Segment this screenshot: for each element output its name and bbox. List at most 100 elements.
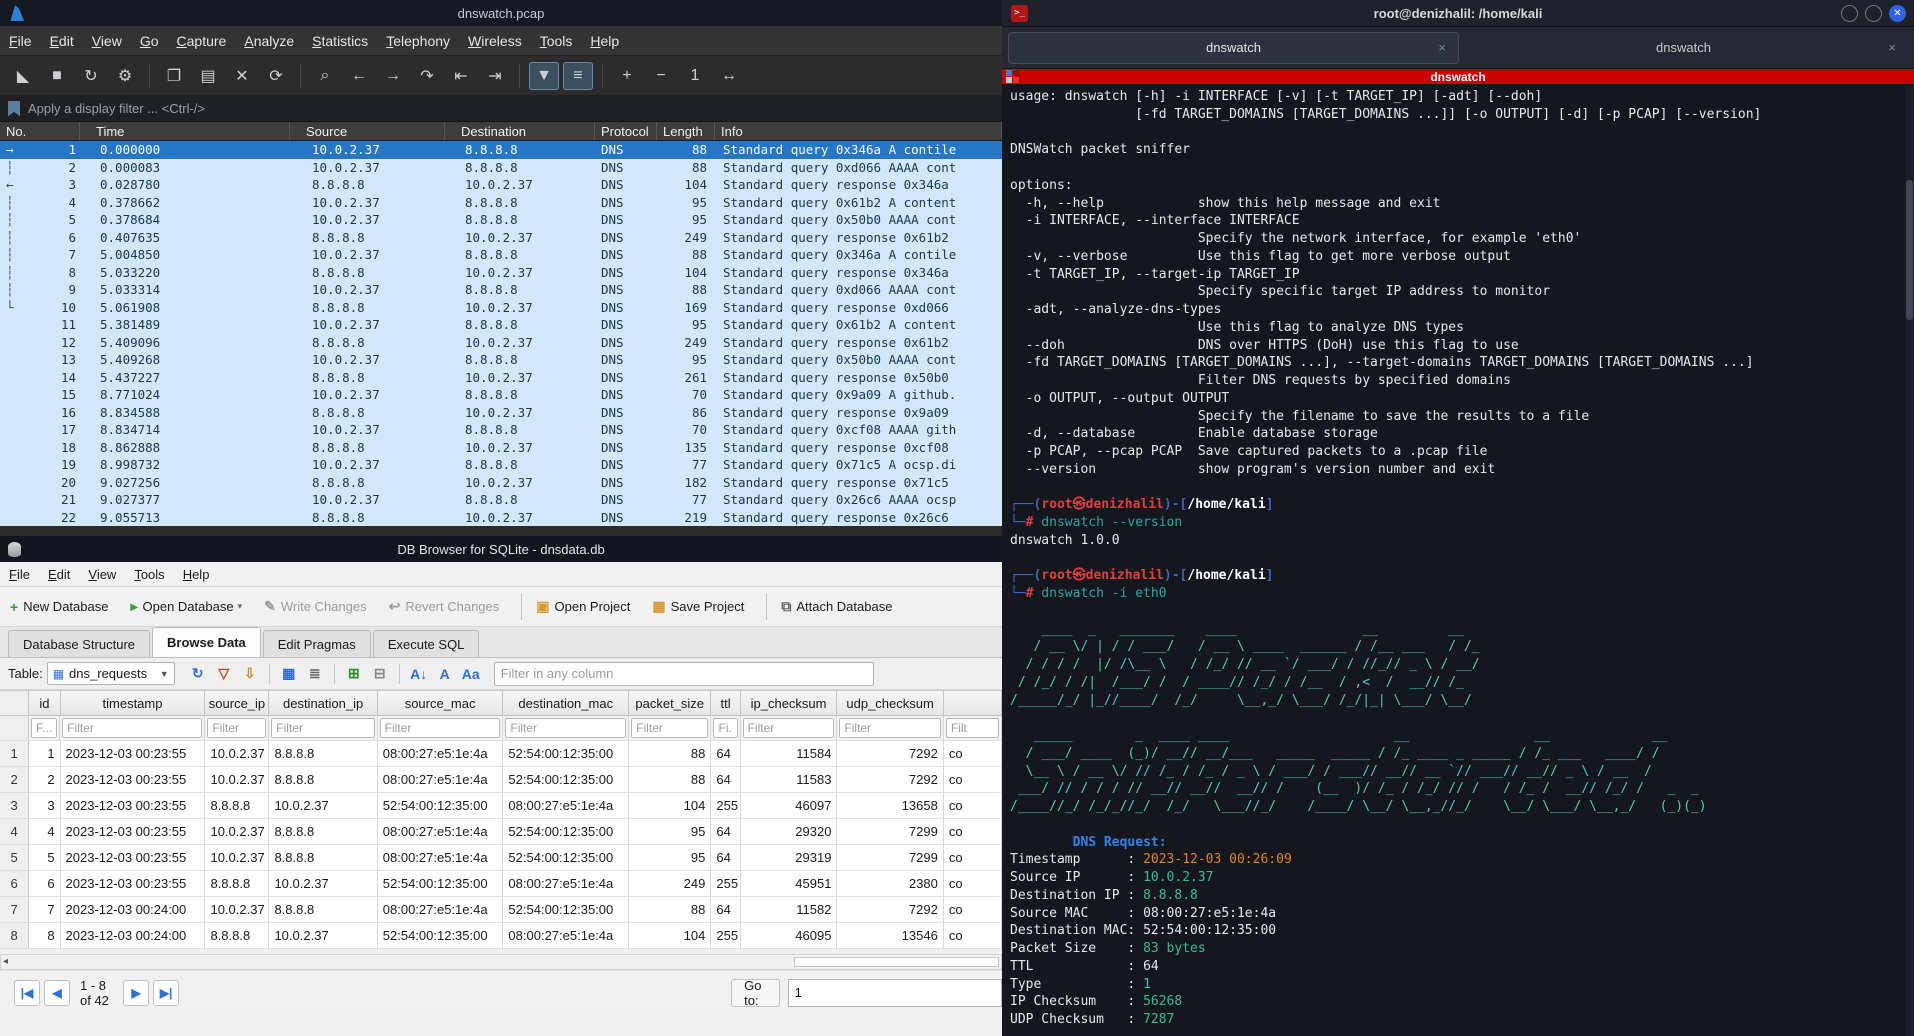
packet-row[interactable]: ┆ 9 5.033314 10.0.2.37 8.8.8.8 DNS 88 Standard … xyxy=(0,281,1002,299)
grid-cell[interactable]: co xyxy=(943,845,1002,871)
grid-cell[interactable]: 08:00:27:e5:1e:4a xyxy=(377,845,504,871)
column-filter-input[interactable] xyxy=(945,718,1000,738)
menu-item-file[interactable]: File xyxy=(0,33,41,49)
table-row[interactable]: 6 6 2023-12-03 00:23:55 8.8.8.8 10.0.2.37 52:… xyxy=(0,871,1002,897)
packet-row[interactable]: 11 5.381489 10.0.2.37 8.8.8.8 DNS 95 Standard … xyxy=(0,316,1002,334)
grid-cell[interactable]: 08:00:27:e5:1e:4a xyxy=(503,923,630,949)
grid-column-header-hidden[interactable] xyxy=(943,691,1002,716)
scrollbar-thumb[interactable] xyxy=(794,957,999,967)
menu-item-help[interactable]: Help xyxy=(581,33,628,49)
next-page-button[interactable]: ▶ xyxy=(123,979,150,1006)
tab-database-structure[interactable]: Database Structure xyxy=(8,630,151,657)
grid-cell[interactable]: 64 xyxy=(711,741,741,767)
display-filter-input[interactable]: Apply a display filter ... <Ctrl-/> xyxy=(28,101,205,116)
grid-cell[interactable]: 13546 xyxy=(837,923,944,949)
grid-cell[interactable]: 8.8.8.8 xyxy=(269,897,378,923)
packet-row[interactable]: 19 8.998732 10.0.2.37 8.8.8.8 DNS 77 Standard … xyxy=(0,456,1002,474)
column-header-protocol[interactable]: Protocol xyxy=(595,122,657,140)
go-forward-icon[interactable]: → xyxy=(378,62,408,90)
start-capture-icon[interactable]: ◣ xyxy=(8,62,38,90)
grid-cell[interactable]: 95 xyxy=(629,845,712,871)
open-file-icon[interactable]: ❐ xyxy=(159,62,189,90)
grid-cell[interactable]: 10.0.2.37 xyxy=(205,767,270,793)
grid-cell[interactable]: 2 xyxy=(29,767,61,793)
scroll-left-arrow-icon[interactable]: ◂ xyxy=(3,956,8,967)
sort-asc-icon[interactable]: A↓ xyxy=(407,662,431,686)
grid-column-header-ttl[interactable]: ttl xyxy=(711,691,741,716)
grid-cell[interactable]: co xyxy=(943,767,1002,793)
packet-row[interactable]: → 1 0.000000 10.0.2.37 8.8.8.8 DNS 88 Standard … xyxy=(0,141,1002,159)
grid-cell[interactable]: 10.0.2.37 xyxy=(205,819,270,845)
grid-cell[interactable]: 64 xyxy=(711,819,741,845)
maximize-button[interactable] xyxy=(1865,4,1882,22)
packet-row[interactable]: └ 10 5.061908 8.8.8.8 10.0.2.37 DNS 169 Standar… xyxy=(0,298,1002,316)
grid-column-header-packet_size[interactable]: packet_size xyxy=(629,691,712,716)
packet-row[interactable]: 17 8.834714 10.0.2.37 8.8.8.8 DNS 70 Standard … xyxy=(0,421,1002,439)
display-filter-bar[interactable]: Apply a display filter ... <Ctrl-/> xyxy=(0,96,1002,122)
table-row[interactable]: 5 5 2023-12-03 00:23:55 10.0.2.37 8.8.8.8 08:… xyxy=(0,845,1002,871)
wireshark-titlebar[interactable]: dnswatch.pcap xyxy=(0,0,1002,26)
table-row[interactable]: 8 8 2023-12-03 00:24:00 8.8.8.8 10.0.2.37 52:… xyxy=(0,923,1002,949)
menu-item-telephony[interactable]: Telephony xyxy=(377,33,459,49)
grid-cell[interactable]: 88 xyxy=(629,897,712,923)
save-project-button[interactable]: ▦ Save Project xyxy=(652,598,744,615)
menu-item-go[interactable]: Go xyxy=(131,33,168,49)
open-database-button[interactable]: ▸ Open Database ▾ xyxy=(130,598,242,615)
grid-cell[interactable]: 3 xyxy=(29,793,61,819)
grid-cell[interactable]: 10.0.2.37 xyxy=(269,871,378,897)
terminal-tab[interactable]: dnswatch × xyxy=(1459,32,1908,64)
grid-cell[interactable]: 6 xyxy=(29,871,61,897)
grid-cell[interactable]: 2023-12-03 00:24:00 xyxy=(60,897,206,923)
grid-cell[interactable]: co xyxy=(943,793,1002,819)
column-filter-input[interactable] xyxy=(207,718,267,738)
menu-item-capture[interactable]: Capture xyxy=(168,33,236,49)
grid-horizontal-scrollbar[interactable]: ◂ xyxy=(0,954,1002,970)
column-filter-input[interactable] xyxy=(839,718,941,738)
grid-cell[interactable]: 95 xyxy=(629,819,712,845)
grid-cell[interactable]: 10.0.2.37 xyxy=(205,741,270,767)
column-filter-input[interactable] xyxy=(631,718,709,738)
auto-scroll-icon[interactable]: ▼ xyxy=(529,61,559,90)
grid-cell[interactable]: 08:00:27:e5:1e:4a xyxy=(377,767,504,793)
packet-row[interactable]: ┆ 2 0.000083 10.0.2.37 8.8.8.8 DNS 88 Standard … xyxy=(0,158,1002,176)
column-filter-input[interactable] xyxy=(713,718,738,738)
grid-cell[interactable]: 7292 xyxy=(837,897,944,923)
packet-row[interactable]: 16 8.834588 8.8.8.8 10.0.2.37 DNS 86 Standard … xyxy=(0,403,1002,421)
grid-cell[interactable]: 7 xyxy=(29,897,61,923)
terminal-output[interactable]: usage: dnswatch [-h] -i INTERFACE [-v] [… xyxy=(1002,84,1914,1029)
grid-cell[interactable]: 10.0.2.37 xyxy=(205,897,270,923)
column-header-time[interactable]: Time xyxy=(80,122,290,140)
table-row[interactable]: 7 7 2023-12-03 00:24:00 10.0.2.37 8.8.8.8 08:… xyxy=(0,897,1002,923)
packet-row[interactable]: ┆ 7 5.004850 10.0.2.37 8.8.8.8 DNS 88 Standard … xyxy=(0,246,1002,264)
grid-cell[interactable]: 13658 xyxy=(837,793,944,819)
column-header-info[interactable]: Info xyxy=(715,122,1002,140)
grid-cell[interactable]: 255 xyxy=(711,923,741,949)
grid-cell[interactable]: 7292 xyxy=(837,741,944,767)
table-row[interactable]: 1 1 2023-12-03 00:23:55 10.0.2.37 8.8.8.8 08:… xyxy=(0,741,1002,767)
go-back-icon[interactable]: ← xyxy=(344,62,374,90)
grid-cell[interactable]: 08:00:27:e5:1e:4a xyxy=(377,741,504,767)
grid-cell[interactable]: 08:00:27:e5:1e:4a xyxy=(503,871,630,897)
grid-cell[interactable]: 52:54:00:12:35:00 xyxy=(503,845,630,871)
encoding-icon[interactable]: Aa xyxy=(459,662,483,686)
grid-cell[interactable]: 08:00:27:e5:1e:4a xyxy=(377,897,504,923)
grid-cell[interactable]: co xyxy=(943,819,1002,845)
new-database-button[interactable]: + New Database xyxy=(10,599,108,615)
table-row[interactable]: 4 4 2023-12-03 00:23:55 10.0.2.37 8.8.8.8 08:… xyxy=(0,819,1002,845)
grid-column-header-destination_mac[interactable]: destination_mac xyxy=(503,691,630,716)
resize-columns-icon[interactable]: ↔ xyxy=(714,62,744,90)
table-select[interactable]: ▦ dns_requests ▼ xyxy=(46,662,175,685)
delete-record-icon[interactable]: ⊟ xyxy=(368,662,392,686)
grid-cell[interactable]: 8.8.8.8 xyxy=(205,793,270,819)
grid-cell[interactable]: 8.8.8.8 xyxy=(205,923,270,949)
grid-cell[interactable]: 1 xyxy=(29,741,61,767)
grid-cell[interactable]: 2023-12-03 00:23:55 xyxy=(60,819,206,845)
db-menu-item-view[interactable]: View xyxy=(79,567,125,582)
prev-page-button[interactable]: ◀ xyxy=(44,979,70,1006)
grid-column-header-timestamp[interactable]: timestamp xyxy=(60,691,206,716)
column-header-no[interactable]: No. xyxy=(0,122,80,140)
minimize-button[interactable] xyxy=(1841,4,1858,22)
grid-cell[interactable]: 11583 xyxy=(740,767,838,793)
grid-column-header-ip_checksum[interactable]: ip_checksum xyxy=(740,691,838,716)
menu-item-wireless[interactable]: Wireless xyxy=(459,33,531,49)
